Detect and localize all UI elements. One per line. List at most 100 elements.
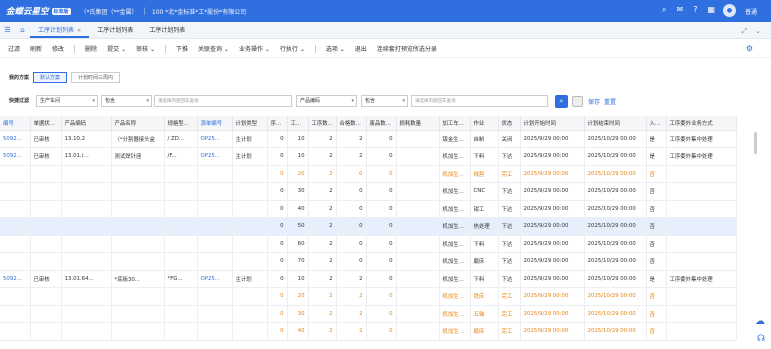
related-query-button[interactable]: 关联查询 ⌄ — [198, 44, 229, 53]
column-header[interactable]: 计划开始时间 — [520, 116, 585, 131]
table-row[interactable]: 0 20 2 0 0 机加生... 线割 完工 2025/9/29 00:00 2025/10/2… — [0, 165, 737, 183]
column-header[interactable]: 废品数... — [366, 116, 397, 131]
table-cell — [197, 165, 233, 183]
table-cell: 机加生... — [439, 235, 471, 253]
table-row[interactable]: 0 40 2 2 0 机加生... 磨床 完工 2025/9/29 00:00 2025/10/2… — [0, 322, 737, 341]
reset-button[interactable]: 重置 — [604, 97, 616, 106]
table-row[interactable]: 0 50 2 0 0 机加生... 热处理 下达 2025/9/29 00:00 2025/10/… — [0, 217, 737, 236]
toolbar: 过滤 刷新 修改 删除 提交 ⌄ 审核 ⌄ 下推 关联查询 ⌄ 业务操作 ⌄ 行… — [0, 40, 771, 58]
column-header[interactable]: 作业 — [470, 116, 499, 131]
headset-icon[interactable]: ☊ — [757, 334, 765, 344]
table-cell: 0 — [366, 165, 397, 183]
filter-value-2[interactable]: 请选择内容回车查询 — [411, 95, 548, 107]
column-header[interactable]: 入... — [646, 116, 667, 131]
push-down-button[interactable]: 下推 — [176, 44, 188, 53]
vertical-scrollbar[interactable] — [754, 132, 757, 154]
table-row[interactable]: 0 40 2 0 0 机加生... 钳工 下达 2025/9/29 00:00 2025/10/2… — [0, 200, 737, 218]
table-cell: 下料 — [470, 270, 499, 288]
avatar[interactable]: ● — [723, 4, 736, 17]
exit-button[interactable]: 退出 — [355, 44, 367, 53]
column-header[interactable]: 序... — [267, 116, 288, 131]
table-row[interactable]: 0 20 2 2 0 机加生... 铣床 完工 2025/9/29 00:00 2025/10/2… — [0, 287, 737, 306]
column-header[interactable]: 损耗数量 — [396, 116, 440, 131]
close-icon[interactable]: ✕ — [77, 28, 81, 34]
logo-text: 金蝶云星空 — [6, 7, 49, 17]
table-row[interactable]: 0 60 2 0 0 机加生... 下料 下达 2025/9/29 00:00 2025/10/2… — [0, 235, 737, 253]
filter-field-2[interactable]: 产品编码 ▾ — [296, 95, 357, 107]
edit-button[interactable]: 修改 — [52, 44, 64, 53]
batch-print-preview-button[interactable]: 连续套打预览所选分录 — [377, 44, 437, 53]
column-header[interactable]: 规格型... — [164, 116, 198, 131]
column-header[interactable]: 编号 — [0, 116, 31, 131]
tab-process-plan-list-2[interactable]: 工序计划列表 — [89, 25, 141, 38]
refresh-button[interactable]: 刷新 — [30, 44, 42, 53]
column-header[interactable]: 合格数... — [336, 116, 367, 131]
filter-checkbox[interactable] — [572, 96, 583, 107]
filter-operator-2[interactable]: 包含 ▾ — [361, 95, 408, 107]
table-cell: 2025/10/29 00:00 — [584, 165, 647, 183]
options-button[interactable]: 选项 ⌄ — [326, 44, 345, 53]
tab-process-plan-list-3[interactable]: 工序计划列表 — [141, 25, 193, 38]
table-row[interactable]: 0 30 2 2 0 机加生... 五轴 完工 2025/9/29 00:00 2025/10/2… — [0, 305, 737, 323]
table-cell: 2025/9/29 00:00 — [520, 287, 585, 306]
column-header[interactable]: 计划类型 — [232, 116, 268, 131]
table-cell: 0 — [267, 322, 288, 341]
business-ops-button[interactable]: 业务操作 ⌄ — [239, 44, 270, 53]
column-header[interactable]: 工序数... — [308, 116, 337, 131]
search-icon[interactable]: ⌕ — [662, 5, 666, 15]
table-cell: 40 — [287, 322, 309, 341]
audit-button[interactable]: 审核 ⌄ — [136, 44, 155, 53]
column-header[interactable]: 产品名称 — [111, 116, 165, 131]
menu-icon[interactable]: ☰ — [0, 26, 15, 34]
column-header[interactable]: 单据状... — [30, 116, 62, 131]
tab-bar: ☰ ⌂ 工序计划列表 ✕ 工序计划列表 工序计划列表 ⤢ ⌄ — [0, 22, 771, 39]
delete-button[interactable]: 删除 — [85, 44, 97, 53]
org-selector[interactable]: （*氏集团（**金属） — [81, 7, 138, 16]
expand-icon[interactable]: ⤢ — [742, 27, 748, 36]
table-cell: 0 — [267, 287, 288, 306]
table-cell — [232, 305, 268, 323]
default-scheme-button[interactable]: 默认方案 — [33, 72, 68, 83]
filter-button[interactable]: 过滤 — [8, 44, 20, 53]
filter-operator-1[interactable]: 包含 ▾ — [101, 95, 152, 107]
tab-process-plan-list-1[interactable]: 工序计划列表 ✕ — [30, 25, 90, 38]
column-header[interactable]: 工序委外业务方式 — [666, 116, 737, 131]
cloud-icon[interactable]: ☁ — [755, 316, 765, 327]
chevron-down-icon[interactable]: ⌄ — [755, 27, 761, 36]
apps-icon[interactable]: ▦ — [707, 5, 715, 15]
top-bar: 金蝶云星空 标准版 （*氏集团（**金属） | 100 *北*金标准*工*股份*… — [0, 0, 771, 22]
table-cell — [164, 165, 198, 183]
column-header[interactable]: 源单编号 — [197, 116, 233, 131]
column-header[interactable]: 状态 — [498, 116, 521, 131]
table-row[interactable]: 0 30 2 0 0 机加生... CNC 下达 2025/9/29 00:00 2025/10/… — [0, 182, 737, 201]
search-button[interactable]: ⌕ — [555, 95, 568, 108]
home-icon[interactable]: ⌂ — [15, 26, 30, 34]
filter-field-1[interactable]: 生产车间 ▾ — [36, 95, 98, 107]
column-header[interactable]: 工... — [287, 116, 309, 131]
column-header[interactable]: 计划结束时间 — [584, 116, 647, 131]
edition-badge: 标准版 — [51, 7, 71, 15]
column-header[interactable]: 产品编码 — [61, 116, 112, 131]
row-execute-button[interactable]: 行执行 ⌄ — [280, 44, 305, 53]
app-logo[interactable]: 金蝶云星空 标准版 — [6, 5, 71, 17]
column-header[interactable]: 加工车... — [439, 116, 471, 131]
table-row[interactable]: 5092... 已审核 13.01.(... 测试焊针座/F... OP25... 主计划… — [0, 147, 737, 166]
bell-icon[interactable]: ✉ — [676, 5, 683, 15]
table-cell: 0 — [267, 305, 288, 323]
save-button[interactable]: 保存 — [588, 97, 600, 106]
table-cell — [666, 217, 737, 236]
table-cell: 线割 — [470, 165, 499, 183]
table-row[interactable]: 5092... 已审核 13.10.2 （*分割器接头盒 / ZD... OP25... 主… — [0, 130, 737, 148]
user-name[interactable]: 普通 — [745, 7, 757, 16]
table-cell — [396, 147, 440, 166]
company-selector[interactable]: 100 *北*金标准*工*股份*有限公司 — [152, 7, 246, 16]
filter-value-1[interactable]: 请选择内容回车查询 — [154, 95, 292, 107]
table-cell: 否 — [646, 165, 667, 183]
three-weeks-scheme-button[interactable]: 计划时间三周内 — [71, 72, 121, 83]
table-cell: 0 — [267, 200, 288, 218]
submit-button[interactable]: 提交 ⌄ — [107, 44, 126, 53]
help-icon[interactable]: ? — [693, 5, 697, 15]
table-row[interactable]: 0 70 2 0 0 机加生... 磨床 下达 2025/9/29 00:00 2025/10/2… — [0, 252, 737, 271]
gear-icon[interactable]: ⚙ — [746, 44, 753, 53]
table-row[interactable]: 5092... 已审核 13.01.64... *底板30... *FG... OP25.… — [0, 270, 737, 288]
